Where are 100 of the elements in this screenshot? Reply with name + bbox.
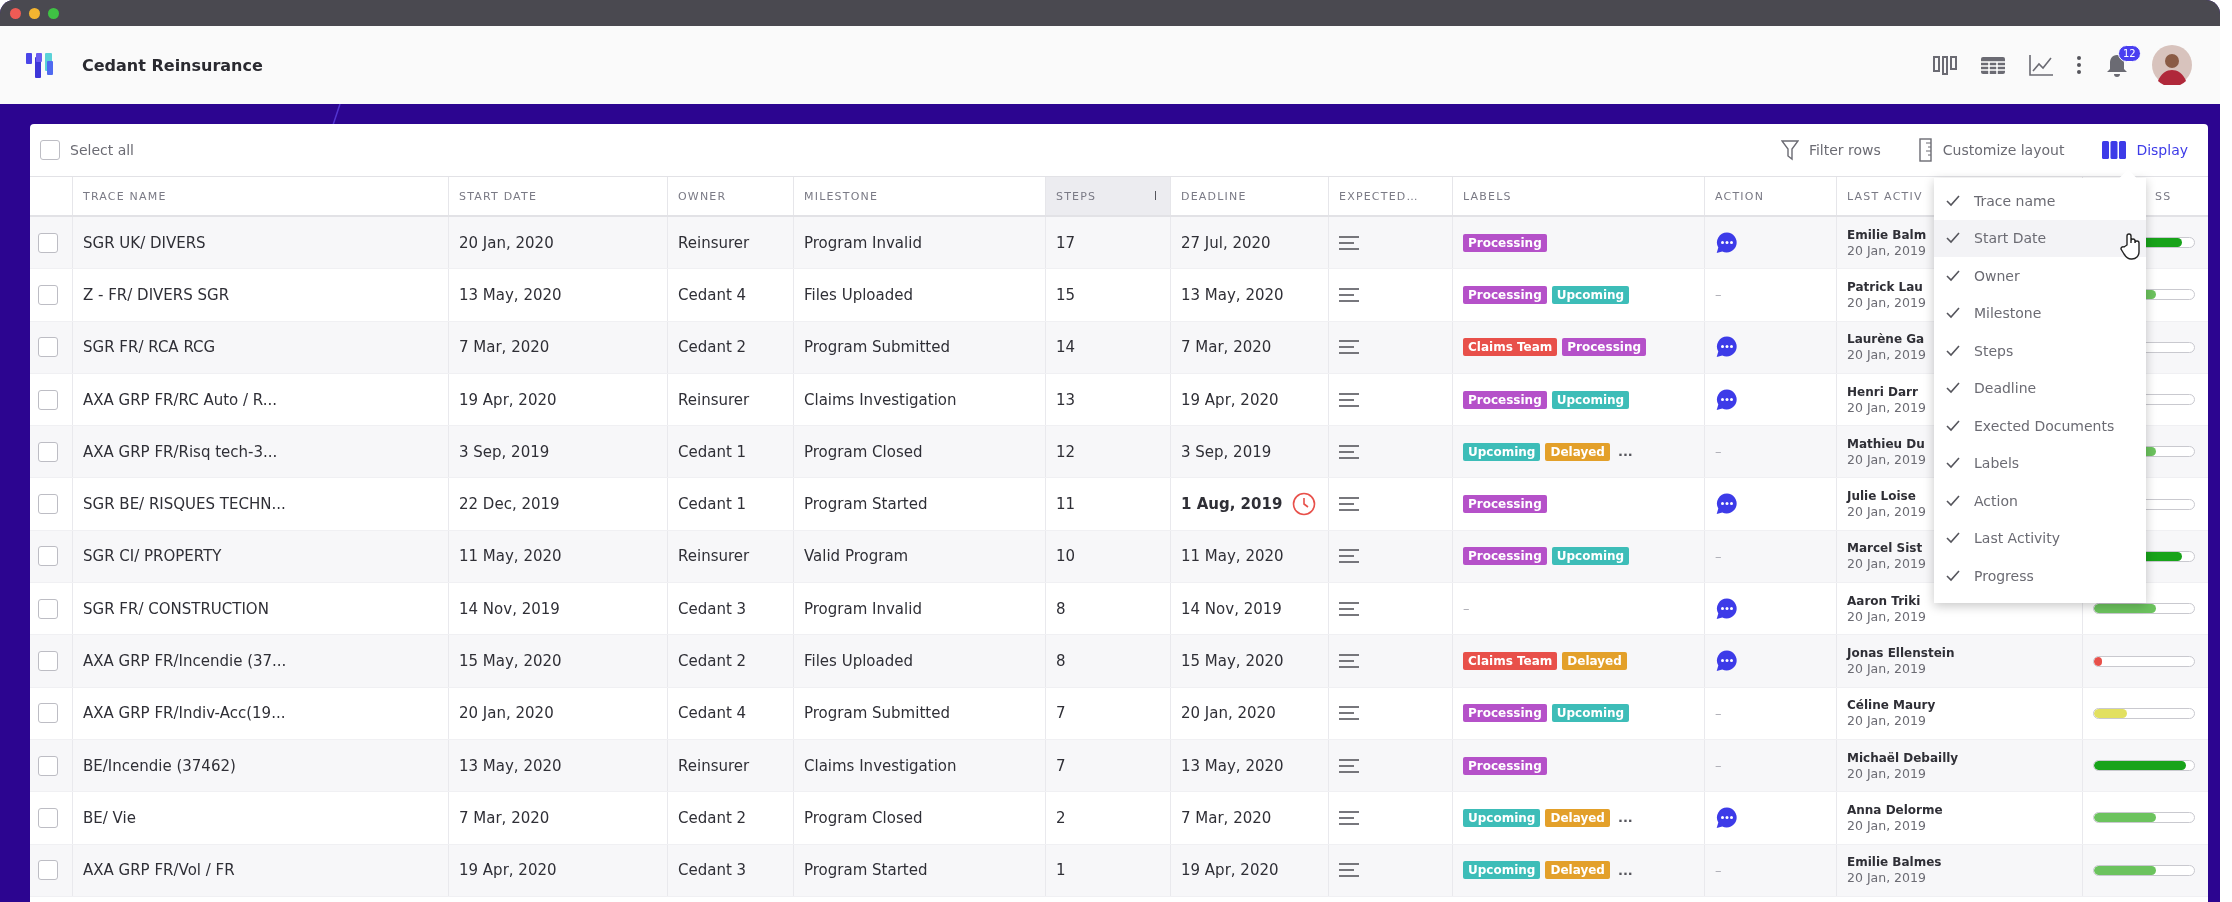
column-header[interactable]: LABELS — [1452, 177, 1704, 215]
row-checkbox[interactable] — [38, 807, 58, 828]
text-lines-icon[interactable] — [1339, 549, 1359, 564]
table-cell: 14 — [1056, 338, 1076, 357]
text-lines-icon[interactable] — [1339, 497, 1359, 512]
empty-dash: – — [1463, 601, 1470, 617]
more-labels[interactable]: ... — [1617, 810, 1633, 826]
text-lines-icon[interactable] — [1339, 287, 1359, 302]
more-labels[interactable]: ... — [1617, 862, 1633, 878]
text-lines-icon[interactable] — [1339, 654, 1359, 668]
table-cell: 13 May, 2020 — [459, 756, 562, 775]
menu-item[interactable]: Last Activity — [1934, 519, 2146, 557]
menu-item[interactable]: Start Date — [1934, 219, 2146, 257]
column-header[interactable]: EXPECTED… — [1328, 177, 1452, 215]
row-checkbox[interactable] — [38, 441, 58, 462]
activity-name: Laurène Ga — [1847, 332, 1925, 347]
column-header[interactable]: DEADLINE — [1170, 177, 1328, 215]
text-lines-icon[interactable] — [1339, 601, 1359, 616]
menu-item[interactable]: Trace name — [1934, 182, 2146, 220]
text-lines-icon[interactable] — [1339, 444, 1359, 459]
more-labels[interactable]: ... — [1617, 444, 1633, 460]
window-control[interactable] — [29, 7, 40, 19]
deadline-text: 20 Jan, 2020 — [1181, 704, 1276, 723]
chat-bubble-icon[interactable] — [1715, 805, 1739, 830]
ruler-icon — [1918, 138, 1933, 162]
kanban-icon[interactable] — [1932, 54, 1958, 76]
column-header[interactable]: TRACE NAME — [72, 177, 448, 215]
resize-handle[interactable] — [1155, 191, 1156, 200]
label-tag: Processing — [1463, 547, 1547, 566]
avatar[interactable] — [2152, 45, 2192, 85]
table-cell: 17 — [1056, 233, 1076, 252]
chat-bubble-icon[interactable] — [1715, 335, 1739, 360]
activity-date: 20 Jan, 2019 — [1847, 242, 1926, 258]
window-control[interactable] — [10, 7, 21, 19]
column-header[interactable]: START DATE — [448, 177, 667, 215]
menu-item[interactable]: Progress — [1934, 557, 2146, 595]
text-lines-icon[interactable] — [1339, 706, 1359, 721]
text-lines-icon[interactable] — [1339, 340, 1359, 355]
row-checkbox[interactable] — [38, 546, 58, 567]
table-cell: Program Submitted — [804, 338, 950, 357]
row-checkbox[interactable] — [38, 337, 58, 358]
menu-item[interactable]: Exected Documents — [1934, 407, 2146, 445]
chat-bubble-icon[interactable] — [1715, 492, 1739, 517]
menu-item[interactable]: Milestone — [1934, 294, 2146, 332]
table-cell: Reinsurer — [678, 390, 750, 409]
label-tag: Delayed — [1545, 442, 1610, 461]
menu-item[interactable]: Deadline — [1934, 369, 2146, 407]
row-checkbox[interactable] — [38, 284, 58, 305]
label-tag: Processing — [1463, 756, 1547, 775]
label-tag: Claims Team — [1463, 338, 1558, 357]
more-options-icon[interactable] — [2076, 54, 2082, 76]
table-cell: AXA GRP FR/Risq tech-3... — [83, 442, 278, 461]
select-all-checkbox[interactable] — [40, 140, 60, 160]
row-checkbox[interactable] — [38, 860, 58, 881]
table-cell: Reinsurer — [678, 233, 750, 252]
chat-bubble-icon[interactable] — [1715, 596, 1739, 621]
window-control[interactable] — [48, 7, 59, 19]
row-checkbox[interactable] — [38, 651, 58, 671]
row-checkbox[interactable] — [38, 494, 58, 515]
menu-item[interactable]: Owner — [1934, 257, 2146, 295]
label-tag: Delayed — [1545, 808, 1610, 827]
row-checkbox[interactable] — [38, 598, 58, 619]
text-lines-icon[interactable] — [1339, 810, 1359, 825]
table-cell: 7 — [1056, 704, 1066, 723]
filter-rows-button[interactable]: Filter rows — [1772, 135, 1889, 165]
deadline-text: 7 Mar, 2020 — [1181, 808, 1272, 827]
row-checkbox[interactable] — [38, 703, 58, 724]
activity-name: Henri Darr — [1847, 384, 1918, 399]
customize-layout-button[interactable]: Customize layout — [1910, 134, 2073, 166]
activity-date: 20 Jan, 2019 — [1847, 556, 1926, 572]
menu-item[interactable]: Action — [1934, 482, 2146, 520]
column-header[interactable]: ACTION — [1704, 177, 1836, 215]
chat-bubble-icon[interactable] — [1715, 387, 1739, 412]
line-chart-icon[interactable] — [2028, 53, 2054, 77]
hand-cursor-icon — [2120, 231, 2142, 260]
deadline-text: 13 May, 2020 — [1181, 756, 1284, 775]
row-checkbox[interactable] — [38, 389, 58, 410]
row-checkbox[interactable] — [38, 232, 58, 253]
chat-bubble-icon[interactable] — [1715, 230, 1739, 255]
table-cell: Cedant 2 — [678, 808, 747, 827]
table-cell: 11 — [1056, 495, 1076, 514]
menu-item[interactable]: Labels — [1934, 444, 2146, 482]
menu-item[interactable]: Steps — [1934, 332, 2146, 370]
chat-bubble-icon[interactable] — [1715, 649, 1739, 673]
empty-dash: – — [1715, 548, 1722, 564]
column-header[interactable]: OWNER — [667, 177, 793, 215]
table-cell: 7 Mar, 2020 — [459, 808, 550, 827]
table-cell: Files Uploaded — [804, 652, 913, 670]
row-checkbox[interactable] — [38, 755, 58, 776]
app-title: Cedant Reinsurance — [82, 55, 263, 75]
text-lines-icon[interactable] — [1339, 392, 1359, 407]
column-header[interactable]: STEPS — [1045, 177, 1170, 215]
table-icon[interactable] — [1980, 54, 2006, 76]
table-cell: 8 — [1056, 599, 1066, 618]
text-lines-icon[interactable] — [1339, 863, 1359, 878]
display-button[interactable]: Display — [2094, 136, 2196, 164]
activity-name: Michaël Debailly — [1847, 750, 1959, 765]
activity-date: 20 Jan, 2019 — [1847, 399, 1926, 415]
text-lines-icon[interactable] — [1339, 235, 1359, 250]
text-lines-icon[interactable] — [1339, 758, 1359, 773]
